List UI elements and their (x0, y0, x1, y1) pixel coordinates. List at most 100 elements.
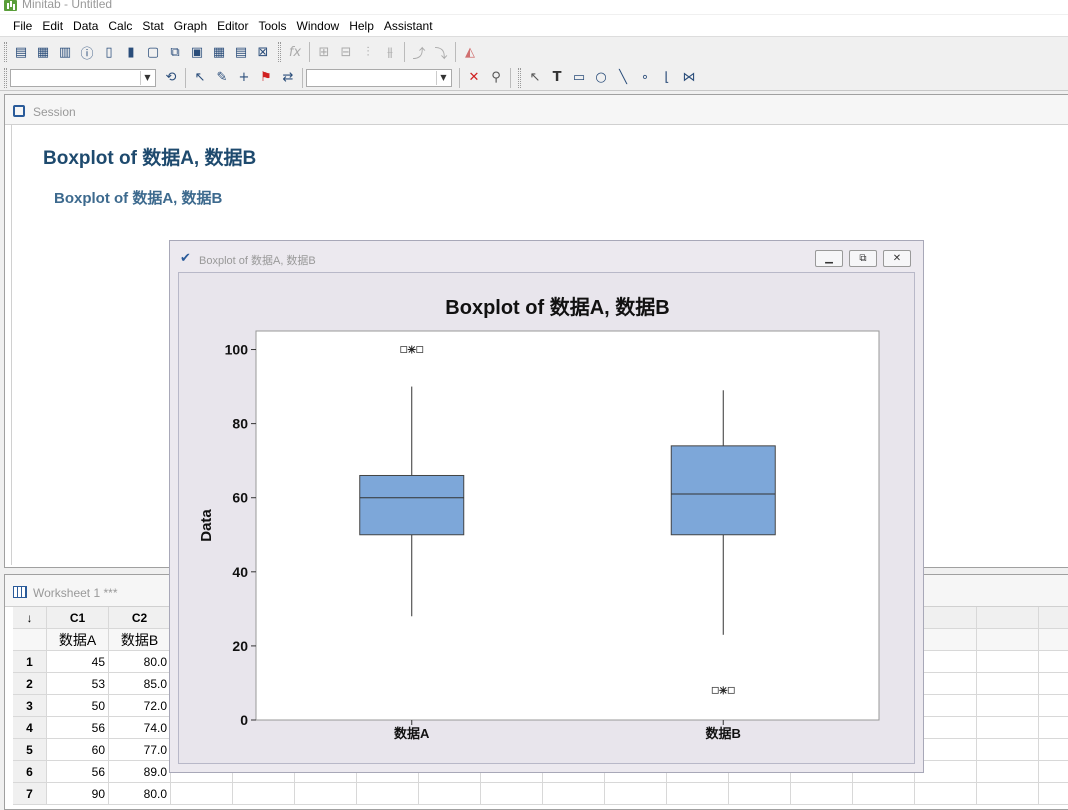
table-cell[interactable] (977, 651, 1039, 673)
table-cell[interactable]: 85.0 (109, 673, 171, 695)
table-cell[interactable] (1039, 673, 1068, 695)
session-subheading-link[interactable]: Boxplot of 数据A, 数据B (54, 187, 222, 208)
table-cell[interactable]: 56 (47, 717, 109, 739)
column-name[interactable]: 数据B (109, 629, 171, 651)
menu-tools[interactable]: Tools (253, 19, 291, 33)
toolbar-grip[interactable] (4, 67, 7, 88)
table-cell[interactable] (915, 717, 977, 739)
table-cell[interactable] (915, 651, 977, 673)
table-cell[interactable]: 90 (47, 783, 109, 805)
row-number[interactable]: 7 (13, 783, 47, 805)
data-direction-arrow[interactable]: ↓ (13, 607, 47, 629)
cancel-icon[interactable]: ✕ (463, 67, 485, 89)
text-tool-icon[interactable]: T (546, 67, 568, 89)
menu-help[interactable]: Help (344, 19, 379, 33)
table-cell[interactable] (1039, 695, 1068, 717)
table-cell[interactable] (357, 783, 419, 805)
table-cell[interactable] (977, 739, 1039, 761)
table-cell[interactable] (1039, 651, 1068, 673)
graph-window[interactable]: ✔ Boxplot of 数据A, 数据B ▁ ⧉ ✕ Boxplot of 数… (169, 240, 924, 773)
select-pointer-icon[interactable]: ↖ (189, 67, 211, 89)
menu-edit[interactable]: Edit (37, 19, 68, 33)
menu-stat[interactable]: Stat (137, 19, 168, 33)
table-cell[interactable] (1039, 761, 1068, 783)
toolbar-grip[interactable] (4, 42, 7, 62)
close-button[interactable]: ✕ (883, 250, 911, 267)
table-cell[interactable] (977, 761, 1039, 783)
column-header[interactable] (915, 607, 977, 629)
columns-icon[interactable]: ▦ (208, 41, 230, 63)
line-tool-icon[interactable]: ╲ (612, 67, 634, 89)
row-number[interactable]: 2 (13, 673, 47, 695)
table-cell[interactable] (915, 783, 977, 805)
column-header[interactable] (1039, 607, 1068, 629)
menu-calc[interactable]: Calc (103, 19, 137, 33)
update-graph-icon[interactable]: ⤴ (408, 41, 430, 63)
session-window-icon[interactable]: ▦ (32, 41, 54, 63)
table-cell[interactable] (667, 783, 729, 805)
table-cell[interactable] (729, 783, 791, 805)
table-cell[interactable] (295, 783, 357, 805)
eraser-icon[interactable]: ◭ (459, 41, 481, 63)
table-cell[interactable]: 53 (47, 673, 109, 695)
brush-tool-icon[interactable]: ✎ (211, 67, 233, 89)
table-cell[interactable] (791, 783, 853, 805)
table-cell[interactable] (977, 673, 1039, 695)
table-cell[interactable] (605, 783, 667, 805)
row-number[interactable]: 5 (13, 739, 47, 761)
graph-element-combo[interactable]: ▼ (10, 68, 156, 87)
row-number[interactable]: 4 (13, 717, 47, 739)
box[interactable] (359, 474, 465, 536)
menu-window[interactable]: Window (292, 19, 345, 33)
table-cell[interactable] (915, 695, 977, 717)
toolbar-grip[interactable] (278, 42, 281, 62)
find-combo[interactable]: ▼ (306, 68, 452, 87)
new-project-icon[interactable]: ▤ (10, 41, 32, 63)
menu-assistant[interactable]: Assistant (379, 19, 438, 33)
close-all-graphs-icon[interactable]: ⊠ (252, 41, 274, 63)
polyline-tool-icon[interactable]: ⌊ (656, 67, 678, 89)
menu-graph[interactable]: Graph (169, 19, 212, 33)
table-cell[interactable] (977, 695, 1039, 717)
table-cell[interactable]: 77.0 (109, 739, 171, 761)
box[interactable] (670, 445, 776, 536)
table-cell[interactable] (915, 673, 977, 695)
table-cell[interactable]: 56 (47, 761, 109, 783)
swap-icon[interactable]: ⇄ (277, 67, 299, 89)
set-id-icon[interactable]: ⊟ (335, 41, 357, 63)
row-number[interactable]: 6 (13, 761, 47, 783)
fx-icon[interactable]: fx (284, 41, 306, 63)
select-icon[interactable]: ↖ (524, 67, 546, 89)
toolbar-grip[interactable] (518, 67, 521, 88)
table-cell[interactable]: 50 (47, 695, 109, 717)
table-cell[interactable] (1039, 783, 1068, 805)
menu-editor[interactable]: Editor (212, 19, 253, 33)
table-cell[interactable] (1039, 739, 1068, 761)
table-cell[interactable] (481, 783, 543, 805)
column-header[interactable] (977, 607, 1039, 629)
table-cell[interactable] (419, 783, 481, 805)
column-name[interactable] (1039, 629, 1068, 651)
table-cell[interactable]: 45 (47, 651, 109, 673)
graphs-folder-icon[interactable]: ▮ (120, 41, 142, 63)
table-cell[interactable] (853, 783, 915, 805)
boxplot-chart[interactable]: Boxplot of 数据A, 数据B 0 20 40 60 80 100 Data 数据A 数据… (179, 273, 916, 765)
table-cell[interactable] (543, 783, 605, 805)
column-header[interactable]: C1 (47, 607, 109, 629)
table-cell[interactable]: 80.0 (109, 651, 171, 673)
rectangle-tool-icon[interactable]: ▭ (568, 67, 590, 89)
table-cell[interactable] (171, 783, 233, 805)
table-cell[interactable]: 72.0 (109, 695, 171, 717)
brush-icon[interactable]: ⊞ (313, 41, 335, 63)
worksheets-icon[interactable]: ▥ (54, 41, 76, 63)
info-icon[interactable]: ⓘ (76, 41, 98, 63)
ellipse-tool-icon[interactable]: ○ (590, 67, 612, 89)
report-pad-icon[interactable]: ▢ (142, 41, 164, 63)
plot-area[interactable] (255, 330, 880, 721)
table-cell[interactable] (977, 783, 1039, 805)
row-label-icon[interactable]: ⫶ (357, 41, 379, 63)
constants-icon[interactable]: ▤ (230, 41, 252, 63)
marker-tool-icon[interactable]: ∘ (634, 67, 656, 89)
table-cell[interactable]: 74.0 (109, 717, 171, 739)
search-icon[interactable]: ⚲ (485, 67, 507, 89)
